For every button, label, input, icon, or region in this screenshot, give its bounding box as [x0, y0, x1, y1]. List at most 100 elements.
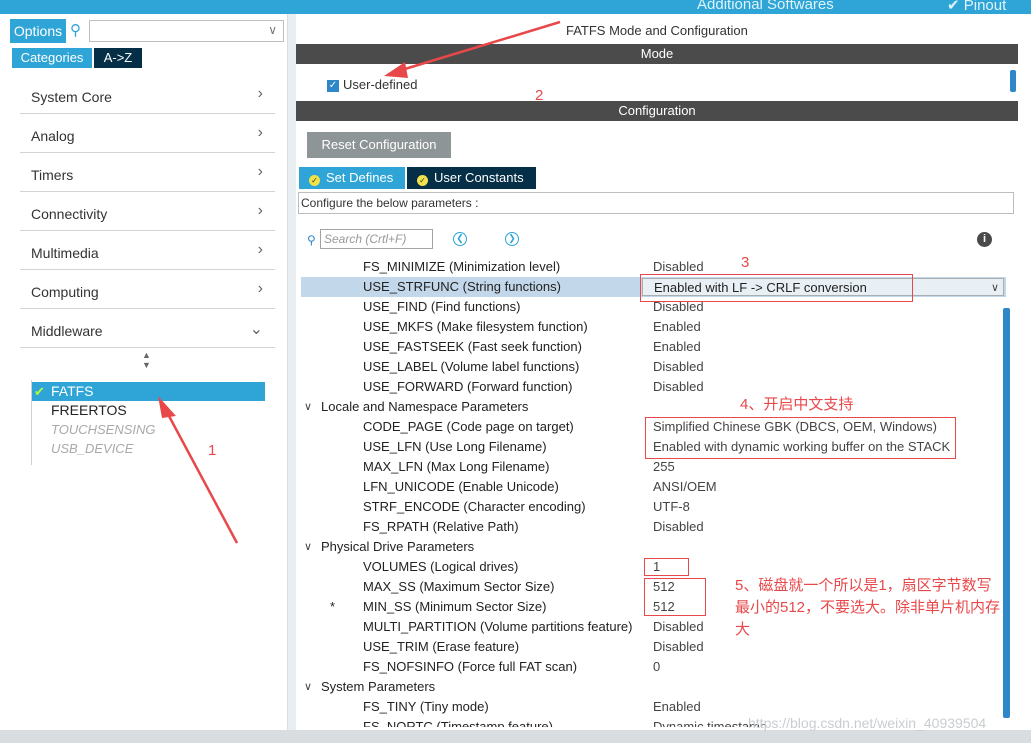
chevron-right-icon: ›	[257, 241, 263, 258]
annotation-1: 1	[208, 442, 217, 459]
param-value: Disabled	[653, 379, 704, 394]
param-value: Enabled	[653, 319, 701, 334]
category-label: System Core	[31, 89, 112, 105]
user-defined-checkbox[interactable]: ✓	[327, 80, 339, 92]
additional-softwares-link[interactable]: Additional Softwares	[697, 0, 834, 13]
param-name: USE_MKFS (Make filesystem function)	[363, 319, 588, 334]
table-row[interactable]: USE_FASTSEEK (Fast seek function) Enabled	[301, 337, 1006, 357]
category-label: Computing	[31, 284, 99, 300]
info-icon[interactable]: i	[977, 232, 992, 247]
top-bar: Additional Softwares ✔ Pinout	[0, 0, 1031, 14]
list-item-touchsensing: TOUCHSENSING	[32, 420, 265, 439]
chevron-down-icon[interactable]: ∨	[304, 397, 312, 417]
chevron-icon: ✔	[947, 0, 960, 14]
group-label: Locale and Namespace Parameters	[321, 399, 529, 414]
check-icon: ✔	[34, 384, 45, 399]
panel-title: FATFS Mode and Configuration	[566, 23, 748, 38]
param-name: LFN_UNICODE (Enable Unicode)	[363, 479, 559, 494]
middleware-list: ✔ FATFS FREERTOS TOUCHSENSING USB_DEVICE	[32, 382, 265, 458]
params-search-input[interactable]: Search (Crtl+F)	[320, 229, 433, 249]
annotation-box-4	[645, 417, 956, 459]
param-name: USE_LABEL (Volume label functions)	[363, 359, 580, 374]
mode-header: Mode	[296, 44, 1018, 64]
tab-categories[interactable]: Categories	[12, 48, 92, 68]
user-defined-label: User-defined	[343, 77, 418, 92]
resize-handle-icon[interactable]: ▲ ▼	[142, 350, 151, 370]
chevron-down-icon: ⌄	[249, 321, 263, 338]
watermark: https://blog.csdn.net/weixin_40939504	[748, 715, 987, 731]
chevron-down-icon[interactable]: ∨	[304, 537, 312, 557]
category-label: Analog	[31, 128, 75, 144]
param-value: Enabled	[653, 339, 701, 354]
options-button[interactable]: Options	[10, 19, 66, 43]
group-row[interactable]: ∨ Locale and Namespace Parameters	[301, 397, 1006, 417]
configure-hint: Configure the below parameters :	[298, 192, 1014, 214]
parameter-scrollbar[interactable]	[1003, 308, 1010, 718]
param-name: CODE_PAGE (Code page on target)	[363, 419, 574, 434]
next-icon[interactable]: ❯	[505, 232, 519, 246]
pinout-menu[interactable]: ✔ Pinout	[947, 0, 1006, 14]
param-value: Disabled	[653, 639, 704, 654]
table-row[interactable]: USE_LABEL (Volume label functions) Disabl…	[301, 357, 1006, 377]
category-computing[interactable]: Computing ›	[20, 271, 275, 309]
search-icon: ⚲	[307, 233, 316, 247]
group-row[interactable]: ∨ Physical Drive Parameters	[301, 537, 1006, 557]
sidebar-search-input[interactable]: ∨	[89, 20, 284, 42]
category-multimedia[interactable]: Multimedia ›	[20, 232, 275, 270]
tab-set-defines[interactable]: ✓ Set Defines	[299, 167, 405, 189]
param-name: MIN_SS (Minimum Sector Size)	[363, 599, 547, 614]
table-row[interactable]: MAX_LFN (Max Long Filename) 255	[301, 457, 1006, 477]
param-value: Disabled	[653, 619, 704, 634]
splitter[interactable]	[288, 14, 296, 730]
category-label: Middleware	[31, 323, 103, 339]
previous-icon[interactable]: ❮	[453, 232, 467, 246]
param-value: Enabled	[653, 699, 701, 714]
check-circle-icon: ✓	[309, 175, 320, 186]
table-row[interactable]: USE_FORWARD (Forward function) Disabled	[301, 377, 1006, 397]
tab-a-z[interactable]: A->Z	[94, 48, 142, 68]
group-label: Physical Drive Parameters	[321, 539, 475, 554]
group-label: System Parameters	[321, 679, 436, 694]
table-row[interactable]: FS_RPATH (Relative Path) Disabled	[301, 517, 1006, 537]
param-name: VOLUMES (Logical drives)	[363, 559, 519, 574]
chevron-down-icon[interactable]: ∨	[268, 23, 277, 37]
table-row[interactable]: STRF_ENCODE (Character encoding) UTF-8	[301, 497, 1006, 517]
category-analog[interactable]: Analog ›	[20, 115, 275, 153]
annotation-3: 3	[741, 254, 750, 271]
table-row[interactable]: USE_MKFS (Make filesystem function) Enabl…	[301, 317, 1006, 337]
reset-configuration-button[interactable]: Reset Configuration	[307, 132, 451, 158]
annotation-5-line: 大	[735, 621, 751, 638]
annotation-5: 5、磁盘就一个所以是1，扇区字节数写 最小的512，不要选大。除非单片机内存 大	[735, 575, 1000, 641]
annotation-5-line: 最小的512，不要选大。除非单片机内存	[735, 599, 1001, 616]
chevron-right-icon: ›	[257, 280, 263, 297]
annotation-box-3	[640, 274, 913, 302]
category-system-core[interactable]: System Core ›	[20, 76, 275, 114]
param-value: 0	[653, 659, 661, 674]
param-name: FS_RPATH (Relative Path)	[363, 519, 519, 534]
table-row[interactable]: FS_TINY (Tiny mode) Enabled	[301, 697, 1006, 717]
mode-scrollbar[interactable]	[1010, 70, 1016, 92]
table-row[interactable]: FS_NOFSINFO (Force full FAT scan) 0	[301, 657, 1006, 677]
chevron-right-icon: ›	[257, 163, 263, 180]
table-row[interactable]: LFN_UNICODE (Enable Unicode) ANSI/OEM	[301, 477, 1006, 497]
list-item-fatfs[interactable]: ✔ FATFS	[32, 382, 265, 401]
group-row[interactable]: ∨ System Parameters	[301, 677, 1006, 697]
param-name: MAX_SS (Maximum Sector Size)	[363, 579, 555, 594]
bottom-bar	[0, 730, 1031, 743]
chevron-right-icon: ›	[257, 202, 263, 219]
search-icon[interactable]: ⚲	[70, 21, 81, 39]
param-value: 255	[653, 459, 675, 474]
tab-user-constants[interactable]: ✓ User Constants	[407, 167, 536, 189]
chevron-right-icon: ›	[257, 85, 263, 102]
list-item-label: USB_DEVICE	[51, 441, 134, 456]
required-marker: *	[330, 599, 336, 614]
category-connectivity[interactable]: Connectivity ›	[20, 193, 275, 231]
configuration-header: Configuration	[296, 101, 1018, 121]
list-item-freertos[interactable]: FREERTOS	[32, 401, 265, 420]
param-name: USE_TRIM (Erase feature)	[363, 639, 520, 654]
category-timers[interactable]: Timers ›	[20, 154, 275, 192]
chevron-down-icon[interactable]: ∨	[304, 677, 312, 697]
annotation-box-volumes	[644, 558, 689, 576]
param-name: USE_FORWARD (Forward function)	[363, 379, 573, 394]
category-middleware[interactable]: Middleware ⌄	[20, 310, 275, 348]
